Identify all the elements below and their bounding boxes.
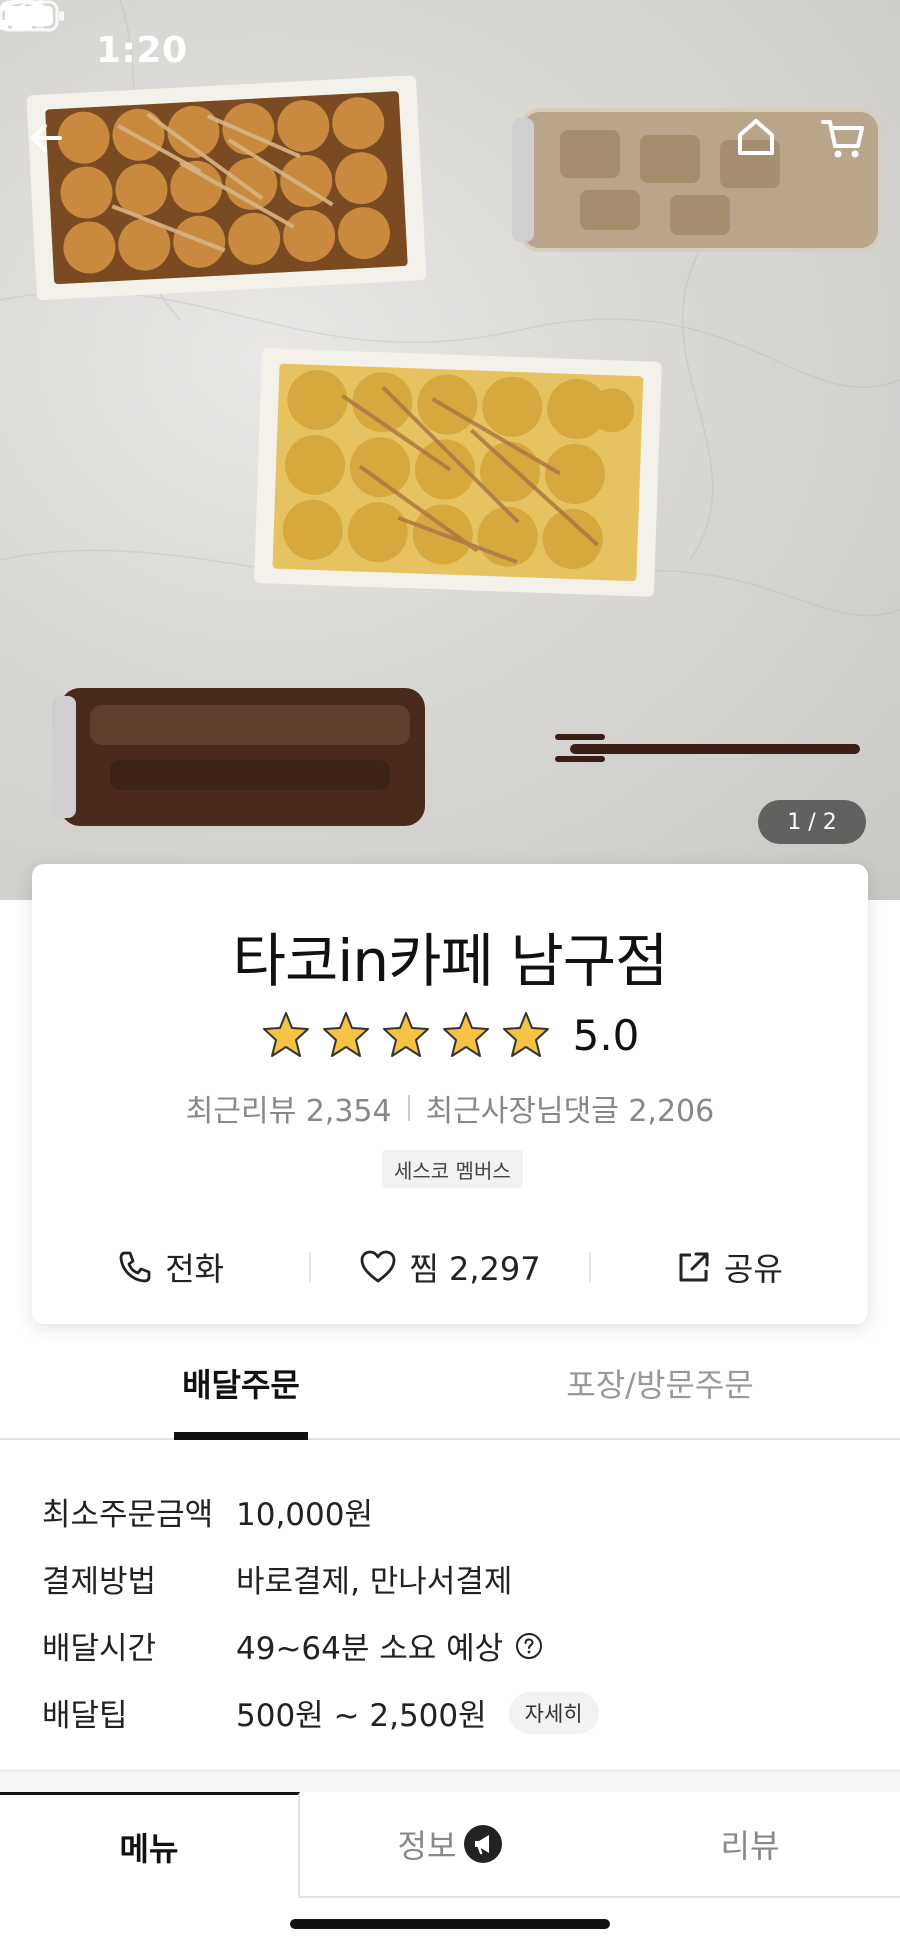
delivery-tip-detail-button[interactable]: 자세히 bbox=[508, 1691, 599, 1734]
payment-method-row: 결제방법 바로결제, 만나서결제 bbox=[42, 1545, 862, 1612]
store-name: 타코in카페 남구점 bbox=[232, 927, 669, 995]
question-circle-icon[interactable] bbox=[515, 1632, 543, 1660]
favorite-label: 찜 2,297 bbox=[409, 1250, 541, 1288]
star-icon bbox=[442, 1012, 489, 1057]
recent-owner-replies-link[interactable]: 최근사장님댓글 2,206 bbox=[426, 1086, 715, 1130]
min-order-value: 10,000원 bbox=[236, 1497, 373, 1533]
battery-icon bbox=[0, 0, 64, 32]
rating-row: 5.0 bbox=[32, 1010, 868, 1060]
delivery-tip-text: 500원 ~ 2,500원 bbox=[236, 1698, 487, 1734]
info-label: 배달팁 bbox=[42, 1698, 128, 1734]
divider bbox=[407, 1095, 410, 1121]
delivery-tip-row: 배달팁 500원 ~ 2,500원 자세히 bbox=[42, 1679, 862, 1746]
delivery-time-text: 49~64분 소요 예상 bbox=[236, 1631, 504, 1667]
delivery-info: 최소주문금액 10,000원 결제방법 바로결제, 만나서결제 배달시간 49~… bbox=[42, 1478, 862, 1746]
status-time: 1:20 bbox=[96, 30, 188, 71]
info-label: 최소주문금액 bbox=[42, 1497, 214, 1533]
phone-icon bbox=[119, 1251, 151, 1283]
store-info-card: 타코in카페 남구점 5.0 최근리뷰 2,354 최근사장님댓글 2,206 … bbox=[32, 864, 868, 1324]
rating-value: 5.0 bbox=[572, 1010, 640, 1060]
megaphone-icon bbox=[464, 1825, 503, 1863]
delivery-time-row: 배달시간 49~64분 소요 예상 bbox=[42, 1612, 862, 1679]
tab-delivery-order[interactable]: 배달주문 bbox=[174, 1360, 308, 1440]
home-icon bbox=[738, 119, 774, 155]
status-bar: 1:20 bbox=[0, 0, 900, 105]
favorite-button[interactable]: 찜 2,297 bbox=[311, 1244, 588, 1290]
delivery-tip-value: 500원 ~ 2,500원 자세히 bbox=[236, 1690, 599, 1735]
info-label: 결제방법 bbox=[42, 1564, 157, 1600]
cart-button[interactable] bbox=[820, 116, 876, 172]
call-label: 전화 bbox=[165, 1250, 225, 1288]
image-page-counter: 1 / 2 bbox=[758, 800, 866, 844]
order-type-tabs: 배달주문 포장/방문주문 bbox=[0, 1360, 900, 1440]
tab-menu[interactable]: 메뉴 bbox=[0, 1792, 300, 1898]
section-divider bbox=[0, 1770, 900, 1794]
share-button[interactable]: 공유 bbox=[591, 1244, 868, 1290]
store-content-tabs: 메뉴 정보 리뷰 bbox=[0, 1792, 900, 1898]
star-icon bbox=[382, 1012, 429, 1057]
cart-icon bbox=[821, 120, 864, 158]
review-counts: 최근리뷰 2,354 최근사장님댓글 2,206 bbox=[32, 1086, 868, 1130]
info-label: 배달시간 bbox=[42, 1631, 157, 1667]
back-button[interactable] bbox=[26, 118, 82, 174]
share-icon bbox=[679, 1252, 709, 1282]
star-icon bbox=[502, 1012, 549, 1057]
arrow-left-icon bbox=[31, 124, 62, 152]
min-order-row: 최소주문금액 10,000원 bbox=[42, 1478, 862, 1545]
heart-icon bbox=[360, 1250, 396, 1283]
share-label: 공유 bbox=[723, 1250, 783, 1288]
tab-review[interactable]: 리뷰 bbox=[600, 1792, 900, 1898]
home-indicator[interactable] bbox=[290, 1919, 610, 1929]
home-button[interactable] bbox=[735, 116, 791, 172]
store-actions: 전화 찜 2,297 공유 bbox=[32, 1234, 868, 1300]
call-button[interactable]: 전화 bbox=[32, 1244, 309, 1290]
tab-pickup-order[interactable]: 포장/방문주문 bbox=[540, 1360, 780, 1440]
star-icon bbox=[262, 1012, 309, 1057]
delivery-time-value: 49~64분 소요 예상 bbox=[236, 1623, 543, 1668]
payment-method-value: 바로결제, 만나서결제 bbox=[236, 1564, 513, 1600]
store-hero-image[interactable]: 1:20 1 / 2 bbox=[0, 0, 900, 900]
cesco-members-badge: 세스코 멤버스 bbox=[382, 1150, 523, 1188]
tab-info-label: 정보 bbox=[397, 1827, 457, 1865]
recent-reviews-link[interactable]: 최근리뷰 2,354 bbox=[186, 1086, 392, 1130]
tab-info[interactable]: 정보 bbox=[300, 1792, 600, 1898]
star-icon bbox=[322, 1012, 369, 1057]
